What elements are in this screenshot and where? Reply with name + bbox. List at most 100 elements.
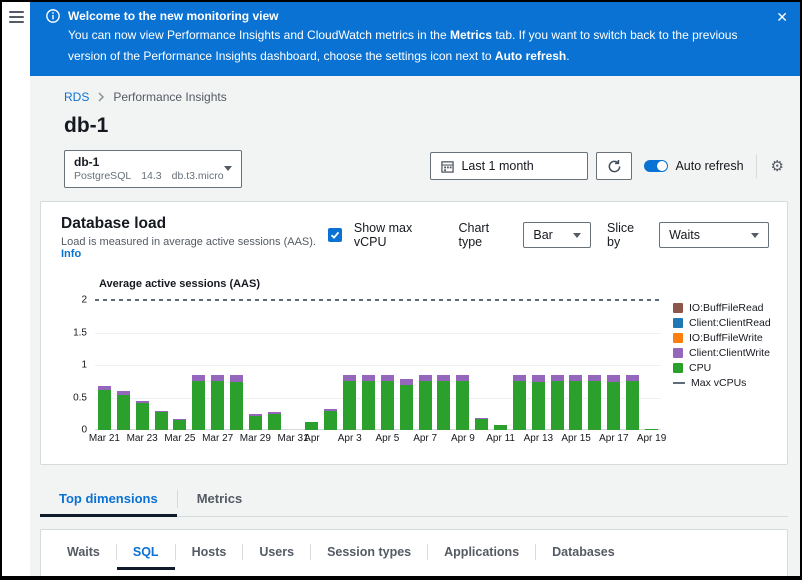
dashed-line-swatch xyxy=(673,382,685,384)
slice-by-label: Slice by xyxy=(607,221,647,249)
x-axis-tick-label: Mar 25 xyxy=(164,433,195,444)
x-axis-tick-label: Mar 23 xyxy=(127,433,158,444)
legend-item: Client:ClientWrite xyxy=(673,347,771,359)
bar-apr-11[interactable] xyxy=(491,300,510,430)
page-title: db-1 xyxy=(64,114,788,138)
bar-segment-cpu xyxy=(419,381,432,430)
bar-segment-cpu xyxy=(551,381,564,430)
bar-mar-22[interactable] xyxy=(114,300,133,430)
bar-mar-30[interactable] xyxy=(265,300,284,430)
bar-segment-cpu xyxy=(98,390,111,430)
bar-segment-cpu xyxy=(532,382,545,430)
database-load-title: Database load xyxy=(61,215,328,233)
bar-apr-4[interactable] xyxy=(359,300,378,430)
info-icon xyxy=(46,9,60,23)
bar-mar-26[interactable] xyxy=(189,300,208,430)
bar-segment-cpu xyxy=(569,381,582,430)
announcement-banner: Welcome to the new monitoring view You c… xyxy=(30,2,800,76)
tab-applications[interactable]: Applications xyxy=(428,534,535,570)
bar-segment-cpu xyxy=(136,403,149,430)
bar-apr-19[interactable] xyxy=(642,300,661,430)
chart-plot[interactable]: 21.510.50 xyxy=(95,300,661,430)
bar-apr-7[interactable] xyxy=(416,300,435,430)
bar-mar-21[interactable] xyxy=(95,300,114,430)
show-max-vcpu-checkbox[interactable] xyxy=(328,228,342,242)
bar-apr-14[interactable] xyxy=(548,300,567,430)
tab-databases[interactable]: Databases xyxy=(536,534,631,570)
bar-segment-cpu xyxy=(343,381,356,430)
database-load-subtitle: Load is measured in average active sessi… xyxy=(61,236,328,260)
bar-segment-cpu xyxy=(192,381,205,430)
bar-segment-cpu xyxy=(494,425,507,430)
bar-mar-25[interactable] xyxy=(170,300,189,430)
info-link[interactable]: Info xyxy=(61,248,81,260)
bar-apr-16[interactable] xyxy=(585,300,604,430)
bar-segment-cpu xyxy=(117,395,130,430)
auto-refresh-toggle[interactable] xyxy=(644,160,668,172)
x-axis-tick-label: Apr 15 xyxy=(561,433,590,444)
hamburger-menu-icon[interactable] xyxy=(9,11,24,23)
bar-apr-9[interactable] xyxy=(453,300,472,430)
bar-apr-6[interactable] xyxy=(397,300,416,430)
chart-type-select[interactable]: Bar xyxy=(523,222,591,248)
page-content: RDS Performance Insights db-1 db-1 Postg… xyxy=(30,76,800,576)
bar-segment-cpu xyxy=(437,381,450,430)
aas-chart: Average active sessions (AAS) 21.510.50 … xyxy=(41,266,787,464)
tab-users[interactable]: Users xyxy=(243,534,310,570)
check-icon xyxy=(330,230,340,240)
chevron-down-icon xyxy=(751,233,759,238)
bar-apr-5[interactable] xyxy=(378,300,397,430)
tab-metrics[interactable]: Metrics xyxy=(178,482,262,516)
legend-label: Client:ClientWrite xyxy=(689,347,770,359)
bar-apr-3[interactable] xyxy=(340,300,359,430)
x-axis-tick-label: Mar 27 xyxy=(202,433,233,444)
bar-mar-24[interactable] xyxy=(152,300,171,430)
y-axis-tick-label: 1 xyxy=(81,360,87,371)
banner-title: Welcome to the new monitoring view xyxy=(68,9,278,23)
x-axis-tick-label: Apr 11 xyxy=(486,433,515,444)
x-axis-tick-label: Apr 9 xyxy=(451,433,475,444)
bar-mar-29[interactable] xyxy=(246,300,265,430)
refresh-button[interactable] xyxy=(596,152,632,180)
time-range-picker[interactable]: Last 1 month xyxy=(430,152,588,180)
y-axis-tick-label: 0.5 xyxy=(73,392,87,403)
bar-segment-cpu xyxy=(588,381,601,430)
bar-mar-27[interactable] xyxy=(208,300,227,430)
bar-apr-10[interactable] xyxy=(472,300,491,430)
tab-sql[interactable]: SQL xyxy=(117,534,175,570)
bar-mar-31[interactable] xyxy=(284,300,303,430)
database-selector-dropdown[interactable]: db-1 PostgreSQL14.3db.t3.micro xyxy=(64,150,242,188)
bar-apr-15[interactable] xyxy=(566,300,585,430)
banner-message: You can now view Performance Insights an… xyxy=(68,25,786,67)
refresh-icon xyxy=(607,159,622,174)
bar-apr-17[interactable] xyxy=(604,300,623,430)
banner-close-icon[interactable]: ✕ xyxy=(776,10,788,24)
bar-segment-cpu xyxy=(475,419,488,430)
bar-apr-12[interactable] xyxy=(510,300,529,430)
legend-item: IO:BuffFileWrite xyxy=(673,332,771,344)
bar-segment-cpu xyxy=(645,429,658,430)
x-axis-tick-label: Apr 7 xyxy=(413,433,437,444)
tab-session-types[interactable]: Session types xyxy=(311,534,427,570)
legend-item: IO:BuffFileRead xyxy=(673,302,771,314)
bar-mar-28[interactable] xyxy=(227,300,246,430)
bar-mar-23[interactable] xyxy=(133,300,152,430)
slice-by-select[interactable]: Waits xyxy=(659,222,769,248)
tab-top-dimensions[interactable]: Top dimensions xyxy=(40,482,177,516)
dimensions-card: Waits SQL Hosts Users Session types Appl… xyxy=(40,529,788,576)
bar-apr-2[interactable] xyxy=(321,300,340,430)
settings-gear-icon[interactable]: ⚙ xyxy=(769,157,786,176)
bar-segment-cpu xyxy=(626,381,639,430)
bar-apr-1[interactable] xyxy=(302,300,321,430)
x-axis-tick-label: Apr xyxy=(304,433,320,444)
show-max-vcpu-label: Show max vCPU xyxy=(354,221,441,249)
breadcrumb-rds-link[interactable]: RDS xyxy=(64,90,89,104)
tab-waits[interactable]: Waits xyxy=(51,534,116,570)
bar-apr-18[interactable] xyxy=(623,300,642,430)
bar-apr-8[interactable] xyxy=(434,300,453,430)
x-axis-tick-label: Apr 19 xyxy=(637,433,666,444)
dimension-tabs: Waits SQL Hosts Users Session types Appl… xyxy=(41,530,787,570)
bar-apr-13[interactable] xyxy=(529,300,548,430)
tab-hosts[interactable]: Hosts xyxy=(176,534,243,570)
app-window: Welcome to the new monitoring view You c… xyxy=(0,0,802,580)
